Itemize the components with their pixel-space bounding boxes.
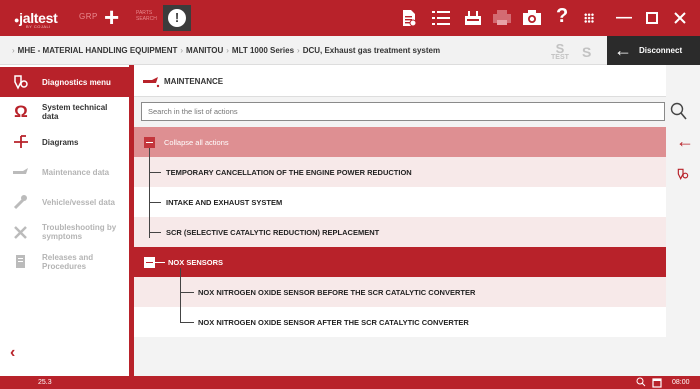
test-icon[interactable]: S TEST xyxy=(551,42,569,61)
clock-time: 08:00 xyxy=(672,379,690,386)
chevron-right-icon: › xyxy=(12,46,15,55)
camera-icon[interactable] xyxy=(522,9,542,26)
status-bar: 25.3 08:00 xyxy=(0,376,700,389)
tree-connector xyxy=(180,322,194,323)
chevron-right-icon: › xyxy=(226,46,229,55)
sidebar-item-system-technical-data[interactable]: Ω System technical data xyxy=(0,97,129,127)
sidebar-item-label: Vehicle/vessel data xyxy=(42,197,115,207)
sidebar-item-vehicle-vessel-data[interactable]: Vehicle/vessel data xyxy=(0,187,129,217)
collapse-all-row[interactable]: Collapse all actions xyxy=(134,127,666,157)
page-title: MAINTENANCE xyxy=(164,77,224,86)
list-item-label: NOX NITROGEN OXIDE SENSOR AFTER THE SCR … xyxy=(198,317,469,327)
tools-icon xyxy=(14,226,27,239)
search-input[interactable] xyxy=(141,102,665,121)
top-bar: ●jaltest BY COJALI GRP + PARTS SEARCH ! … xyxy=(0,0,700,36)
search-icon[interactable] xyxy=(636,377,646,388)
list-item-label: Collapse all actions xyxy=(164,137,229,147)
sidebar-item-label: Diagrams xyxy=(42,137,79,147)
breadcrumb-bar: › MHE - MATERIAL HANDLING EQUIPMENT › MANIT… xyxy=(0,36,700,65)
sidebar: Diagnostics menu Ω System technical data… xyxy=(0,65,129,376)
tree-connector xyxy=(155,262,165,263)
list-item-selected[interactable]: NOX SENSORS xyxy=(134,247,666,277)
diagnostics-icon xyxy=(14,75,28,90)
arrow-left-icon[interactable]: ← xyxy=(676,131,694,152)
breadcrumb: › MHE - MATERIAL HANDLING EQUIPMENT › MANIT… xyxy=(12,46,440,55)
sidebar-item-releases-procedures[interactable]: Releases and Procedures xyxy=(0,247,129,277)
help-icon[interactable]: ? xyxy=(556,5,568,27)
list-item[interactable]: TEMPORARY CANCELLATION OF THE ENGINE POW… xyxy=(134,157,666,187)
list-item-label: NOX SENSORS xyxy=(168,257,224,267)
tree-connector xyxy=(149,172,161,173)
minus-icon xyxy=(144,137,155,148)
sidebar-item-troubleshooting[interactable]: Troubleshooting by symptoms xyxy=(0,217,129,247)
tree-connector xyxy=(180,268,181,322)
list-item[interactable]: INTAKE AND EXHAUST SYSTEM xyxy=(134,187,666,217)
grp-button[interactable]: GRP xyxy=(79,12,98,21)
diagram-icon xyxy=(14,135,28,148)
breadcrumb-item[interactable]: MANITOU xyxy=(186,46,223,55)
calendar-icon[interactable] xyxy=(652,377,662,388)
breadcrumb-item[interactable]: DCU, Exhaust gas treatment system xyxy=(303,46,440,55)
sidebar-item-diagnostics-menu[interactable]: Diagnostics menu xyxy=(0,67,129,97)
signal-icon[interactable]: S xyxy=(582,44,591,60)
plus-icon[interactable]: + xyxy=(104,4,119,30)
test-label: TEST xyxy=(551,54,569,61)
sidebar-item-label: Troubleshooting by symptoms xyxy=(42,223,117,241)
sidebar-item-diagrams[interactable]: Diagrams xyxy=(0,127,129,157)
list-icon[interactable] xyxy=(432,10,450,26)
maximize-icon[interactable] xyxy=(646,12,658,24)
sidebar-item-label: Diagnostics menu xyxy=(42,77,111,87)
breadcrumb-item[interactable]: MLT 1000 Series xyxy=(232,46,294,55)
chevron-right-icon: › xyxy=(297,46,300,55)
minus-icon xyxy=(144,257,155,268)
version-label: 25.3 xyxy=(38,379,52,386)
section-header: MAINTENANCE xyxy=(134,65,666,97)
tree-connector xyxy=(149,202,161,203)
list-item-label: NOX NITROGEN OXIDE SENSOR BEFORE THE SCR… xyxy=(198,287,476,297)
list-item[interactable]: NOX NITROGEN OXIDE SENSOR BEFORE THE SCR… xyxy=(134,277,666,307)
minimize-icon[interactable]: — xyxy=(616,7,632,29)
arrow-left-icon: ← xyxy=(614,40,632,60)
report-icon[interactable] xyxy=(402,9,416,27)
document-icon xyxy=(16,255,25,268)
chevron-right-icon: › xyxy=(180,46,184,55)
diagnostics-icon[interactable] xyxy=(676,167,690,181)
list-item-label: TEMPORARY CANCELLATION OF THE ENGINE POW… xyxy=(166,167,412,177)
printer-icon[interactable] xyxy=(492,10,512,26)
parts-search-button[interactable]: PARTS SEARCH xyxy=(136,10,157,22)
breadcrumb-item[interactable]: MHE - MATERIAL HANDLING EQUIPMENT xyxy=(18,46,178,55)
sidebar-item-label: System technical data xyxy=(42,103,108,121)
list-item-label: SCR (SELECTIVE CATALYTIC REDUCTION) REPL… xyxy=(166,227,380,237)
alert-icon: ! xyxy=(168,9,186,27)
disconnect-button[interactable]: ← Disconnect xyxy=(607,36,700,65)
tree-connector xyxy=(149,232,161,233)
apps-grid-icon[interactable] xyxy=(584,13,594,23)
main-panel: MAINTENANCE Collapse all actions TEMPORA… xyxy=(134,65,700,376)
oil-can-icon xyxy=(13,168,28,174)
tree-connector xyxy=(180,292,194,293)
sidebar-item-label: Releases and Procedures xyxy=(42,253,94,271)
wrench-icon xyxy=(13,195,27,210)
close-icon[interactable] xyxy=(674,12,686,24)
alert-button[interactable]: ! xyxy=(163,5,191,31)
omega-icon: Ω xyxy=(14,102,28,121)
sidebar-item-label: Maintenance data xyxy=(42,167,110,177)
search-icon[interactable] xyxy=(670,101,688,121)
chevron-left-icon[interactable]: ‹ xyxy=(10,344,15,362)
list-item-label: INTAKE AND EXHAUST SYSTEM xyxy=(166,197,283,207)
list-item[interactable]: SCR (SELECTIVE CATALYTIC REDUCTION) REPL… xyxy=(134,217,666,247)
sidebar-item-maintenance-data[interactable]: Maintenance data xyxy=(0,157,129,187)
list-item[interactable]: NOX NITROGEN OXIDE SENSOR AFTER THE SCR … xyxy=(134,307,666,337)
disconnect-label: Disconnect xyxy=(639,46,683,55)
tree-connector xyxy=(149,148,150,238)
dashboard-icon[interactable] xyxy=(464,10,482,26)
oil-can-icon xyxy=(143,77,160,88)
logo-subtitle: BY COJALI xyxy=(26,24,51,29)
